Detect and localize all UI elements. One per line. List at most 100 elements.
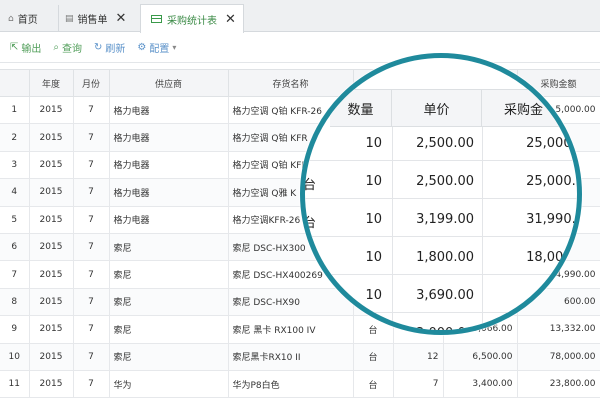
month-cell: 7 — [73, 233, 110, 262]
month-cell: 7 — [73, 370, 110, 399]
tab-home-label: 首页 — [17, 15, 38, 26]
quantity-cell: 12 — [393, 343, 444, 371]
supplier-cell: 索尼 — [109, 315, 229, 344]
supplier-cell: 格力电器 — [109, 206, 229, 234]
unit-cell: 台 — [353, 370, 394, 399]
export-icon: ⇱ — [10, 42, 19, 53]
row-index: 7 — [0, 260, 30, 289]
magnified-unit: 台 — [303, 178, 317, 193]
column-header-year[interactable]: 年度 — [29, 69, 74, 97]
magnified-price: 1,800.00 — [416, 250, 474, 265]
row-index: 8 — [0, 288, 30, 317]
refresh-icon: ↻ — [94, 42, 103, 53]
row-index: 4 — [0, 178, 30, 207]
magnified-row: 10 1,800.00 18,000.0 — [305, 241, 582, 275]
chevron-down-icon: ▾ — [172, 43, 177, 52]
tab-home[interactable]: ⌂ 首页 — [8, 5, 38, 32]
year-cell: 2015 — [29, 96, 74, 125]
supplier-cell: 格力电器 — [109, 123, 229, 152]
magnified-quantity: 10 — [365, 212, 382, 227]
tab-sales-order-label: 销售单 — [77, 15, 108, 26]
supplier-cell: 索尼 — [109, 288, 229, 317]
magnified-price: 2,500.00 — [416, 136, 474, 151]
magnified-row: 台 10 3,199.00 31,990.0 — [303, 203, 577, 237]
close-icon[interactable]: ✕ — [225, 13, 236, 26]
refresh-button[interactable]: ↻ 刷新 — [94, 40, 125, 55]
table-row[interactable]: 11 2015 7 华为 华为P8白色台 7 3,400.00 23,800.00 — [0, 370, 600, 399]
row-index: 1 — [0, 96, 30, 125]
month-cell: 7 — [73, 206, 110, 234]
row-index: 2 — [0, 123, 30, 152]
amount-cell: 78,000.00 — [517, 343, 600, 371]
search-icon: ⌕ — [53, 42, 59, 53]
gear-icon: ⚙ — [137, 42, 147, 53]
year-cell: 2015 — [29, 260, 74, 289]
magnified-price: 3,199.00 — [416, 212, 474, 227]
month-cell: 7 — [73, 260, 110, 289]
month-cell: 7 — [73, 178, 110, 207]
magnified-row: 10 2,500.00 25,000.0 — [305, 127, 582, 161]
magnified-row: 台 10 2,500.00 25,000.0 — [303, 165, 582, 199]
export-button[interactable]: ⇱ 输出 — [10, 40, 41, 55]
year-cell: 2015 — [29, 315, 74, 344]
item-name-cell: 索尼黑卡RX10 II — [228, 343, 354, 371]
tab-purchase-stats-label: 采购统计表 — [167, 15, 217, 27]
magnified-amount: 25,000.0 — [526, 136, 582, 151]
magnified-amount: 25,000.0 — [526, 174, 582, 189]
magnified-header-amount: 采购金 — [482, 89, 577, 127]
price-cell: 6,500.00 — [443, 343, 518, 371]
month-cell: 7 — [73, 315, 110, 344]
magnified-header-price: 单价 — [392, 89, 482, 127]
magnified-amount: 18,000.0 — [526, 250, 582, 265]
column-header-index — [0, 69, 30, 97]
year-cell: 2015 — [29, 343, 74, 371]
year-cell: 2015 — [29, 151, 74, 180]
magnified-quantity: 10 — [365, 136, 382, 151]
magnified-quantity: 10 — [365, 250, 382, 265]
magnified-quantity: 10 — [365, 288, 382, 303]
query-button[interactable]: ⌕ 查询 — [53, 40, 82, 55]
column-header-month[interactable]: 月份 — [73, 69, 110, 97]
close-icon[interactable]: ✕ — [116, 12, 127, 25]
year-cell: 2015 — [29, 206, 74, 234]
column-header-supplier[interactable]: 供应商 — [109, 69, 229, 97]
supplier-cell: 格力电器 — [109, 178, 229, 207]
month-cell: 7 — [73, 96, 110, 125]
magnified-price: 2,500.00 — [416, 174, 474, 189]
month-cell: 7 — [73, 123, 110, 152]
table-row[interactable]: 10 2015 7 索尼 索尼黑卡RX10 II 台 12 6,500.00 78,000.00 — [0, 343, 600, 371]
row-index: 10 — [0, 343, 30, 371]
month-cell: 7 — [73, 288, 110, 317]
magnified-header-quantity: 数量 — [330, 89, 392, 127]
year-cell: 2015 — [29, 123, 74, 152]
magnified-quantity: 10 — [365, 174, 382, 189]
unit-cell: 台 — [353, 343, 394, 371]
amount-cell: 23,800.00 — [517, 370, 600, 399]
magnifier-lens: 数量 单价 采购金 10 2,500.00 25,000.0 台 10 2,500.00 2… — [300, 53, 582, 335]
home-icon: ⌂ — [8, 13, 14, 24]
supplier-cell: 索尼 — [109, 233, 229, 262]
tab-purchase-stats[interactable]: 采购统计表 ✕ — [140, 4, 244, 33]
refresh-label: 刷新 — [105, 44, 126, 55]
magnified-unit: 台 — [303, 216, 317, 231]
tab-sales-order[interactable]: ▤ 销售单 ✕ — [58, 5, 138, 32]
config-label: 配置 — [149, 44, 170, 55]
month-cell: 7 — [73, 151, 110, 180]
document-icon: ▤ — [65, 13, 74, 24]
year-cell: 2015 — [29, 370, 74, 399]
magnified-amount: 36,9 — [555, 288, 582, 303]
tab-bar: ⌂ 首页 ▤ 销售单 ✕ 采购统计表 ✕ — [0, 0, 600, 33]
item-name-cell: 华为P8白色 — [228, 370, 354, 399]
row-index: 5 — [0, 206, 30, 234]
sheet-icon — [151, 15, 162, 23]
month-cell: 7 — [73, 343, 110, 371]
year-cell: 2015 — [29, 233, 74, 262]
export-label: 输出 — [21, 44, 42, 55]
year-cell: 2015 — [29, 288, 74, 317]
row-index: 3 — [0, 151, 30, 180]
supplier-cell: 格力电器 — [109, 96, 229, 125]
config-button[interactable]: ⚙ 配置 ▾ — [137, 40, 176, 55]
supplier-cell: 索尼 — [109, 260, 229, 289]
supplier-cell: 索尼 — [109, 343, 229, 371]
magnified-row: 10 3,690.00 36,9 — [305, 279, 582, 313]
